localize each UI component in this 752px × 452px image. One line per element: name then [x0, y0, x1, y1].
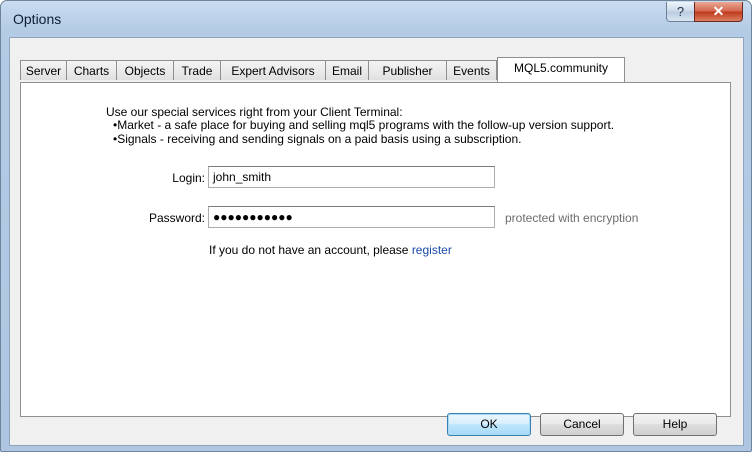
- bullet-signals: •Signals - receiving and sending signals…: [113, 132, 522, 146]
- help-button[interactable]: Help: [633, 413, 717, 436]
- bullet-market: •Market - a safe place for buying and se…: [113, 118, 615, 132]
- question-mark-icon: ?: [676, 4, 685, 19]
- close-button[interactable]: ✕: [694, 2, 743, 22]
- cancel-button[interactable]: Cancel: [540, 413, 624, 436]
- login-input[interactable]: john_smith: [208, 166, 495, 188]
- password-value: ●●●●●●●●●●●: [213, 210, 293, 224]
- close-icon: ✕: [712, 3, 725, 19]
- ok-button[interactable]: OK: [447, 413, 531, 436]
- password-label: Password:: [148, 211, 205, 225]
- tab-server[interactable]: Server: [20, 60, 67, 80]
- register-link[interactable]: register: [412, 243, 452, 257]
- login-label: Login:: [172, 171, 205, 185]
- register-prompt: If you do not have an account, please: [209, 243, 412, 257]
- tab-trade[interactable]: Trade: [173, 60, 221, 80]
- options-dialog: Options ? ✕ Server Charts Objects Trade …: [0, 0, 752, 452]
- encryption-note: protected with encryption: [505, 211, 639, 225]
- tab-charts[interactable]: Charts: [66, 60, 117, 80]
- window-title: Options: [13, 11, 62, 27]
- dialog-body: Server Charts Objects Trade Expert Advis…: [9, 37, 744, 446]
- intro-text: Use our special services right from your…: [106, 105, 403, 119]
- password-input[interactable]: ●●●●●●●●●●●: [208, 206, 495, 228]
- tab-objects[interactable]: Objects: [116, 60, 174, 80]
- login-value: john_smith: [213, 170, 272, 184]
- tab-events[interactable]: Events: [446, 60, 497, 80]
- mql5-community-panel: Use our special services right from your…: [20, 82, 731, 417]
- title-bar[interactable]: Options ? ✕: [1, 1, 751, 37]
- tab-mql5-community[interactable]: MQL5.community: [497, 57, 625, 82]
- register-line: If you do not have an account, please re…: [209, 243, 452, 257]
- help-title-button[interactable]: ?: [666, 2, 695, 22]
- tab-expert-advisors[interactable]: Expert Advisors: [220, 60, 326, 80]
- tab-email[interactable]: Email: [325, 60, 369, 80]
- tab-publisher[interactable]: Publisher: [368, 60, 447, 80]
